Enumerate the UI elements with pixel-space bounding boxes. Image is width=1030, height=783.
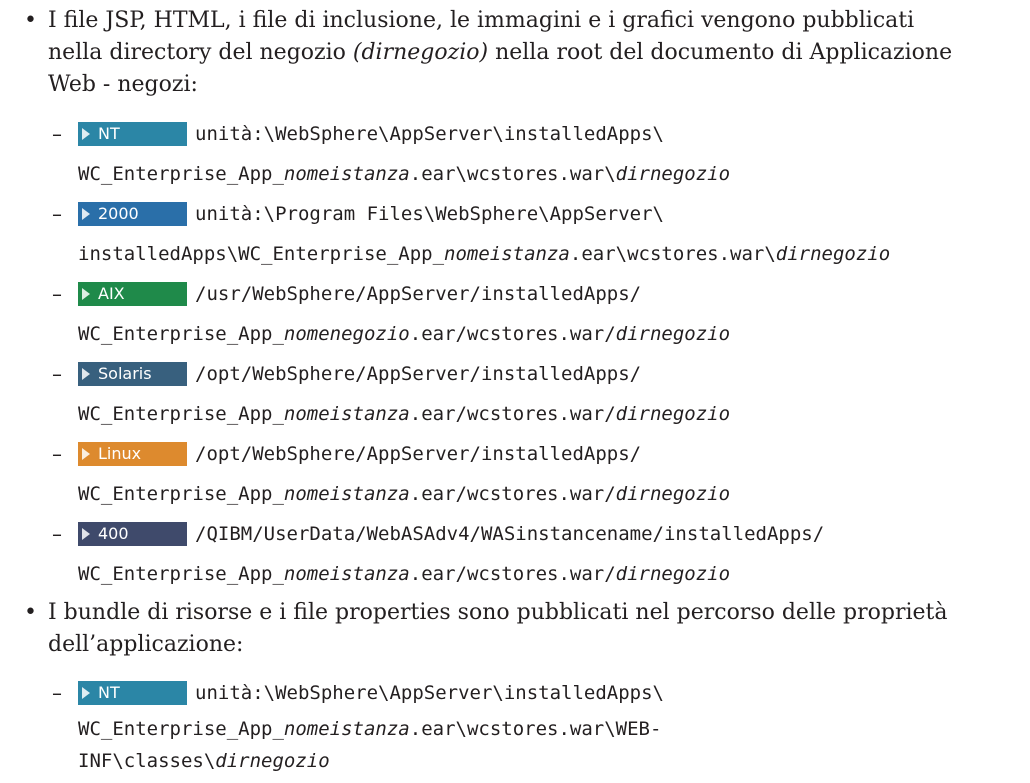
- path-text: unità:\Program Files\WebSphere\AppServer…: [195, 203, 664, 225]
- platform-badge-nt: NT: [78, 681, 187, 705]
- path-variable: dirnegozio: [215, 750, 330, 772]
- dash-marker: –: [52, 122, 62, 146]
- bullet-text: I file JSP, HTML, i file di inclusione, …: [48, 5, 1023, 101]
- bullet-text-line: Web - negozi:: [48, 72, 198, 97]
- path-line: WC_Enterprise_App_nomeistanza.ear\wcstor…: [78, 713, 661, 745]
- path-text: WC_Enterprise_App_: [78, 323, 284, 345]
- triangle-right-icon: [82, 128, 90, 140]
- triangle-right-icon: [82, 687, 90, 699]
- path-variable: dirnegozio: [615, 323, 731, 345]
- badge-label: 400: [98, 524, 129, 543]
- platform-badge-2000: 2000: [78, 202, 187, 226]
- path-line: INF\classes\dirnegozio: [78, 745, 330, 777]
- bullet-text: I bundle di risorse e i file properties …: [48, 597, 1023, 661]
- path-variable: dirnegozio: [615, 163, 731, 185]
- platform-badge-400: 400: [78, 522, 187, 546]
- badge-label: Linux: [98, 444, 142, 463]
- badge-label: 2000: [98, 204, 139, 223]
- badge-label: NT: [98, 124, 120, 143]
- dash-marker: –: [52, 282, 62, 306]
- text-run: nella directory del negozio: [48, 40, 353, 65]
- path-variable: nomeistanza: [283, 483, 410, 505]
- path-line: Linux/opt/WebSphere/AppServer/installedA…: [78, 438, 641, 470]
- bullet-text-line: nella directory del negozio (dirnegozio)…: [48, 37, 1023, 69]
- dash-marker: –: [52, 362, 62, 386]
- path-line: 400/QIBM/UserData/WebASAdv4/WASinstancen…: [78, 518, 824, 550]
- path-text: WC_Enterprise_App_: [78, 718, 284, 740]
- platform-badge-nt: NT: [78, 122, 187, 146]
- bullet-marker: •: [24, 600, 37, 625]
- path-variable: nomeistanza: [444, 243, 570, 265]
- badge-label: AIX: [98, 284, 125, 303]
- path-variable: nomeistanza: [283, 163, 410, 185]
- path-text: .ear/wcstores.war/: [409, 483, 616, 505]
- path-text: .ear/wcstores.war/: [409, 323, 616, 345]
- path-variable: dirnegozio: [775, 243, 891, 265]
- triangle-right-icon: [82, 368, 90, 380]
- path-text: /QIBM/UserData/WebASAdv4/WASinstancename…: [195, 523, 825, 545]
- path-line: NT unità:\WebSphere\AppServer\installedAp…: [78, 677, 664, 709]
- path-line: NT unità:\WebSphere\AppServer\installedAp…: [78, 118, 664, 150]
- path-line: 2000 unità:\Program Files\WebSphere\AppSe…: [78, 198, 664, 230]
- platform-badge-aix: AIX: [78, 282, 187, 306]
- text-run: nella root del documento di Applicazione: [488, 40, 953, 65]
- triangle-right-icon: [82, 208, 90, 220]
- dash-marker: –: [52, 522, 62, 546]
- path-text: .ear/wcstores.war/: [409, 403, 616, 425]
- path-text: /opt/WebSphere/AppServer/installedApps/: [195, 363, 642, 385]
- dash-marker: –: [52, 202, 62, 226]
- path-variable: nomenegozio: [283, 323, 410, 345]
- path-text: INF\classes\: [78, 750, 216, 772]
- triangle-right-icon: [82, 448, 90, 460]
- path-variable: nomeistanza: [283, 718, 410, 740]
- emphasis-text: (dirnegozio): [352, 40, 489, 65]
- path-line: Solaris/opt/WebSphere/AppServer/installe…: [78, 358, 641, 390]
- path-text: .ear/wcstores.war/: [409, 563, 616, 585]
- badge-label: Solaris: [98, 364, 152, 383]
- path-text: /opt/WebSphere/AppServer/installedApps/: [195, 443, 642, 465]
- path-line: WC_Enterprise_App_nomeistanza.ear\wcstor…: [78, 158, 730, 190]
- path-text: WC_Enterprise_App_: [78, 403, 284, 425]
- platform-badge-solaris: Solaris: [78, 362, 187, 386]
- path-text: unità:\WebSphere\AppServer\installedApps…: [195, 682, 664, 704]
- path-variable: nomeistanza: [283, 563, 410, 585]
- path-text: unità:\WebSphere\AppServer\installedApps…: [195, 123, 664, 145]
- triangle-right-icon: [82, 288, 90, 300]
- path-text: installedApps\WC_Enterprise_App_: [78, 243, 445, 265]
- path-text: WC_Enterprise_App_: [78, 483, 284, 505]
- path-text: WC_Enterprise_App_: [78, 563, 284, 585]
- path-variable: nomeistanza: [283, 403, 410, 425]
- path-variable: dirnegozio: [615, 403, 731, 425]
- path-text: .ear\wcstores.war\WEB-: [409, 718, 662, 740]
- path-line: WC_Enterprise_App_nomeistanza.ear/wcstor…: [78, 478, 730, 510]
- path-text: WC_Enterprise_App_: [78, 163, 284, 185]
- bullet-text-line: dell’applicazione:: [48, 632, 244, 657]
- path-text: /usr/WebSphere/AppServer/installedApps/: [195, 283, 642, 305]
- dash-marker: –: [52, 681, 62, 705]
- platform-badge-linux: Linux: [78, 442, 187, 466]
- path-line: WC_Enterprise_App_nomenegozio.ear/wcstor…: [78, 318, 730, 350]
- badge-label: NT: [98, 683, 120, 702]
- path-line: WC_Enterprise_App_nomeistanza.ear/wcstor…: [78, 558, 730, 590]
- bullet-marker: •: [24, 8, 37, 33]
- path-line: WC_Enterprise_App_nomeistanza.ear/wcstor…: [78, 398, 730, 430]
- path-line: AIX/usr/WebSphere/AppServer/installedApp…: [78, 278, 641, 310]
- dash-marker: –: [52, 442, 62, 466]
- path-text: .ear\wcstores.war\: [409, 163, 616, 185]
- path-line: installedApps\WC_Enterprise_App_nomeista…: [78, 238, 890, 270]
- path-variable: dirnegozio: [615, 483, 731, 505]
- document-page: • I file JSP, HTML, i file di inclusione…: [0, 0, 1030, 783]
- path-variable: dirnegozio: [615, 563, 731, 585]
- triangle-right-icon: [82, 528, 90, 540]
- bullet-text-line: I file JSP, HTML, i file di inclusione, …: [48, 8, 915, 33]
- path-text: .ear\wcstores.war\: [569, 243, 776, 265]
- bullet-text-line: I bundle di risorse e i file properties …: [48, 600, 948, 625]
